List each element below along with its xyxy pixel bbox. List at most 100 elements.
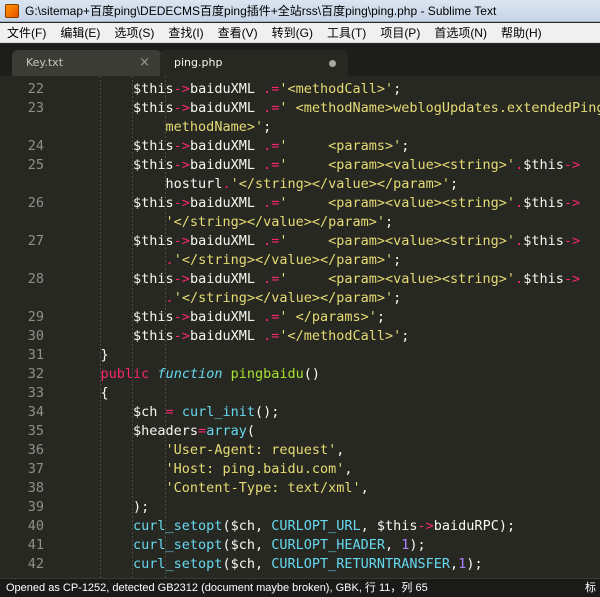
code-token: .=: [263, 271, 280, 287]
menu-bar: 文件(F) 编辑(E) 选项(S) 查找(I) 查看(V) 转到(G) 工具(T) 项目(P)…: [0, 23, 600, 43]
code-line: $this->baiduXML .=' <methodName>weblogUp…: [68, 99, 600, 118]
code-token: baiduXML: [189, 157, 264, 173]
code-token: ' </params>': [279, 309, 377, 325]
code-editor[interactable]: 22 23 24 25 26 27 28 29 30 31 32 33 34 35 36 37 38 39 40 41…: [0, 76, 600, 578]
code-line: 'Host: ping.baidu.com',: [68, 460, 353, 479]
line-number: 42: [27, 556, 44, 572]
unsaved-dot-icon[interactable]: [329, 60, 336, 67]
status-bar: Opened as CP-1252, detected GB2312 (docu…: [0, 578, 600, 597]
code-token: ,: [385, 537, 402, 553]
code-token: ->: [173, 138, 190, 154]
code-token: ($ch,: [222, 556, 272, 572]
menu-file[interactable]: 文件(F): [0, 23, 53, 42]
code-token: ;: [393, 252, 402, 268]
menu-project[interactable]: 项目(P): [373, 23, 427, 42]
code-token: ' <param><value><string>': [279, 233, 516, 249]
code-token: ->: [563, 233, 581, 249]
line-number: 34: [27, 404, 44, 420]
code-token: );: [466, 556, 483, 572]
code-token: ;: [450, 176, 459, 192]
code-token: ;: [401, 138, 410, 154]
code-token: baiduXML: [189, 195, 264, 211]
menu-find[interactable]: 查找(I): [161, 23, 210, 42]
code-text-area[interactable]: $this->baiduXML .='<methodCall>'; $this-…: [68, 76, 600, 578]
menu-view[interactable]: 查看(V): [211, 23, 265, 42]
code-token: .=: [263, 157, 280, 173]
close-icon[interactable]: ×: [139, 50, 150, 76]
line-number: 40: [27, 518, 44, 534]
line-number: 26: [27, 195, 44, 211]
code-line: $this->baiduXML .=' <param><value><strin…: [68, 156, 580, 175]
code-token: .=: [263, 233, 280, 249]
code-line: $this->baiduXML .=' <params>';: [68, 137, 409, 156]
code-token: .=: [263, 328, 280, 344]
menu-help[interactable]: 帮助(H): [494, 23, 549, 42]
code-line: '</string></value></param>';: [68, 213, 394, 232]
status-indicator[interactable]: 标: [585, 579, 596, 597]
code-token: .=: [263, 81, 280, 97]
code-token: ;: [393, 81, 402, 97]
code-token: $ch: [133, 404, 158, 420]
menu-goto[interactable]: 转到(G): [265, 23, 320, 42]
code-token: baiduXML: [189, 233, 264, 249]
code-token: ;: [393, 290, 402, 306]
code-token: baiduXML: [189, 328, 264, 344]
code-token: baiduXML: [189, 138, 264, 154]
code-token: .: [165, 252, 174, 268]
code-token: $this: [133, 81, 174, 97]
code-token: );: [409, 537, 426, 553]
status-text: Opened as CP-1252, detected GB2312 (docu…: [6, 582, 428, 594]
code-token: function: [157, 366, 223, 382]
tab-ping-php[interactable]: ping.php: [160, 50, 348, 76]
code-line: $this-> baiduXML .=' <param><value><strin…: [68, 232, 580, 251]
code-token: $this: [523, 233, 564, 249]
menu-tools[interactable]: 工具(T): [320, 23, 373, 42]
tab-label: ping.php: [174, 56, 223, 69]
line-number: 22: [27, 81, 44, 97]
code-token: ();: [254, 404, 280, 420]
code-token: .: [515, 157, 524, 173]
code-token: ->: [173, 271, 190, 287]
code-line: $this->baiduXML .='<methodCall>';: [68, 80, 401, 99]
line-number: 30: [27, 328, 44, 344]
code-token: pingbaidu: [230, 366, 304, 382]
code-token: $this: [523, 157, 564, 173]
code-token: }: [100, 347, 109, 363]
code-token: ,: [360, 518, 377, 534]
code-token: ,: [360, 480, 369, 496]
line-number: 38: [27, 480, 44, 496]
code-token: 'Content-Type: text/xml': [165, 480, 361, 496]
code-line: curl_setopt($ch, CURLOPT_RETURNTRANSFER,…: [68, 555, 483, 574]
code-token: '</string></value></param>': [173, 290, 394, 306]
menu-selection[interactable]: 选项(S): [107, 23, 161, 42]
code-token: baiduXML: [189, 309, 264, 325]
code-line: }: [68, 346, 109, 365]
code-line: 'Content-Type: text/xml',: [68, 479, 369, 498]
menu-edit[interactable]: 编辑(E): [53, 23, 107, 42]
tab-key-txt[interactable]: Key.txt ×: [12, 50, 162, 76]
code-token: baiduXML: [189, 271, 264, 287]
line-number: 24: [27, 138, 44, 154]
code-token: ($ch,: [222, 518, 272, 534]
line-number: 29: [27, 309, 44, 325]
code-line: methodName>';: [68, 118, 272, 137]
line-number: 41: [27, 537, 44, 553]
code-token: baiduXML: [189, 100, 264, 116]
code-token: curl_setopt: [133, 537, 223, 553]
code-token: ($ch,: [222, 537, 272, 553]
code-token: public: [100, 366, 150, 382]
code-token: =: [157, 404, 182, 420]
code-token: .=: [263, 138, 280, 154]
code-token: (: [246, 423, 255, 439]
menu-preferences[interactable]: 首选项(N): [427, 23, 494, 42]
code-token: methodName>': [165, 119, 264, 135]
code-line: public function pingbaidu(): [68, 365, 321, 384]
